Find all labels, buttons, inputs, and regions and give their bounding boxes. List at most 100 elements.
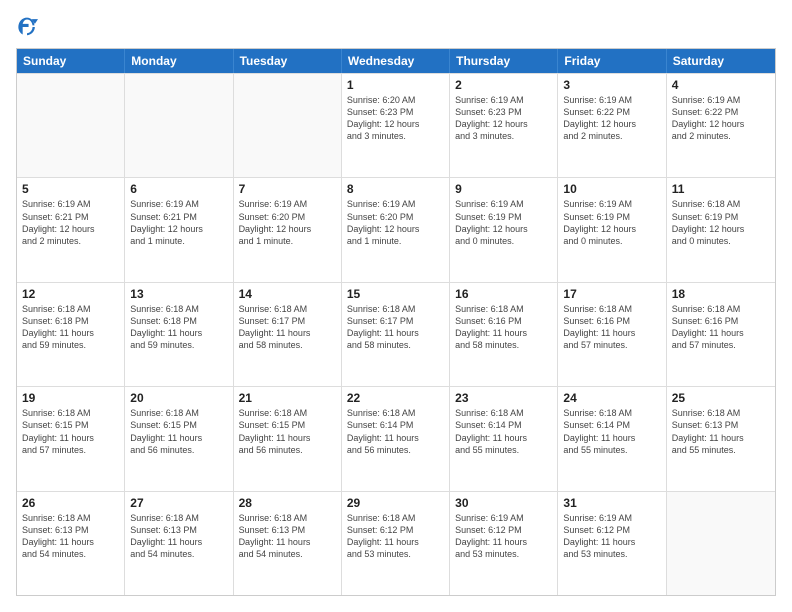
- day-cell-8: 8 Sunrise: 6:19 AMSunset: 6:20 PMDaylight…: [342, 178, 450, 281]
- day-number: 25: [672, 391, 770, 405]
- day-cell-3: 3 Sunrise: 6:19 AMSunset: 6:22 PMDaylight…: [558, 74, 666, 177]
- day-cell-24: 24 Sunrise: 6:18 AMSunset: 6:14 PMDayligh…: [558, 387, 666, 490]
- day-cell-4: 4 Sunrise: 6:19 AMSunset: 6:22 PMDaylight…: [667, 74, 775, 177]
- calendar-body: 1 Sunrise: 6:20 AMSunset: 6:23 PMDaylight…: [17, 73, 775, 595]
- day-cell-22: 22Sunrise: 6:18 AMSunset: 6:14 PMDayligh…: [342, 387, 450, 490]
- weekday-header-thursday: Thursday: [450, 49, 558, 73]
- calendar-header: SundayMondayTuesdayWednesdayThursdayFrid…: [17, 49, 775, 73]
- day-info: Sunrise: 6:18 AMSunset: 6:16 PMDaylight:…: [672, 303, 770, 352]
- day-info: Sunrise: 6:19 AMSunset: 6:20 PMDaylight:…: [347, 198, 444, 247]
- day-number: 10: [563, 182, 660, 196]
- day-number: 3: [563, 78, 660, 92]
- day-number: 17: [563, 287, 660, 301]
- day-info: Sunrise: 6:18 AMSunset: 6:15 PMDaylight:…: [130, 407, 227, 456]
- weekday-header-tuesday: Tuesday: [234, 49, 342, 73]
- calendar: SundayMondayTuesdayWednesdayThursdayFrid…: [16, 48, 776, 596]
- day-cell-1: 1 Sunrise: 6:20 AMSunset: 6:23 PMDaylight…: [342, 74, 450, 177]
- day-info: Sunrise: 6:18 AMSunset: 6:12 PMDaylight:…: [347, 512, 444, 561]
- weekday-header-saturday: Saturday: [667, 49, 775, 73]
- day-cell-2: 2 Sunrise: 6:19 AMSunset: 6:23 PMDaylight…: [450, 74, 558, 177]
- day-info: Sunrise: 6:19 AMSunset: 6:21 PMDaylight:…: [22, 198, 119, 247]
- day-number: 1: [347, 78, 444, 92]
- day-info: Sunrise: 6:18 AMSunset: 6:13 PMDaylight:…: [22, 512, 119, 561]
- day-cell-25: 25 Sunrise: 6:18 AMSunset: 6:13 PMDayligh…: [667, 387, 775, 490]
- weekday-header-friday: Friday: [558, 49, 666, 73]
- day-cell-14: 14 Sunrise: 6:18 AMSunset: 6:17 PMDayligh…: [234, 283, 342, 386]
- day-number: 24: [563, 391, 660, 405]
- day-info: Sunrise: 6:18 AMSunset: 6:14 PMDaylight:…: [563, 407, 660, 456]
- day-number: 2: [455, 78, 552, 92]
- day-info: Sunrise: 6:19 AMSunset: 6:19 PMDaylight:…: [563, 198, 660, 247]
- day-number: 20: [130, 391, 227, 405]
- day-info: Sunrise: 6:18 AMSunset: 6:18 PMDaylight:…: [130, 303, 227, 352]
- day-cell-27: 27 Sunrise: 6:18 AMSunset: 6:13 PMDayligh…: [125, 492, 233, 595]
- calendar-row-1: 5 Sunrise: 6:19 AMSunset: 6:21 PMDaylight…: [17, 177, 775, 281]
- day-number: 11: [672, 182, 770, 196]
- day-number: 18: [672, 287, 770, 301]
- weekday-header-sunday: Sunday: [17, 49, 125, 73]
- logo: [16, 16, 42, 38]
- calendar-row-2: 12 Sunrise: 6:18 AMSunset: 6:18 PMDayligh…: [17, 282, 775, 386]
- day-number: 31: [563, 496, 660, 510]
- day-info: Sunrise: 6:19 AMSunset: 6:19 PMDaylight:…: [455, 198, 552, 247]
- day-number: 30: [455, 496, 552, 510]
- weekday-header-wednesday: Wednesday: [342, 49, 450, 73]
- day-info: Sunrise: 6:18 AMSunset: 6:18 PMDaylight:…: [22, 303, 119, 352]
- day-cell-7: 7 Sunrise: 6:19 AMSunset: 6:20 PMDaylight…: [234, 178, 342, 281]
- day-cell-13: 13 Sunrise: 6:18 AMSunset: 6:18 PMDayligh…: [125, 283, 233, 386]
- day-cell-19: 19 Sunrise: 6:18 AMSunset: 6:15 PMDayligh…: [17, 387, 125, 490]
- day-number: 14: [239, 287, 336, 301]
- header: [16, 16, 776, 38]
- day-number: 21: [239, 391, 336, 405]
- day-number: 5: [22, 182, 119, 196]
- day-cell-18: 18 Sunrise: 6:18 AMSunset: 6:16 PMDayligh…: [667, 283, 775, 386]
- day-info: Sunrise: 6:19 AMSunset: 6:23 PMDaylight:…: [455, 94, 552, 143]
- empty-cell: [17, 74, 125, 177]
- empty-cell: [125, 74, 233, 177]
- day-number: 13: [130, 287, 227, 301]
- day-cell-12: 12 Sunrise: 6:18 AMSunset: 6:18 PMDayligh…: [17, 283, 125, 386]
- day-number: 15: [347, 287, 444, 301]
- day-cell-11: 11Sunrise: 6:18 AMSunset: 6:19 PMDayligh…: [667, 178, 775, 281]
- day-info: Sunrise: 6:18 AMSunset: 6:15 PMDaylight:…: [239, 407, 336, 456]
- day-info: Sunrise: 6:19 AMSunset: 6:20 PMDaylight:…: [239, 198, 336, 247]
- day-number: 4: [672, 78, 770, 92]
- day-info: Sunrise: 6:18 AMSunset: 6:13 PMDaylight:…: [130, 512, 227, 561]
- day-cell-16: 16Sunrise: 6:18 AMSunset: 6:16 PMDayligh…: [450, 283, 558, 386]
- day-number: 8: [347, 182, 444, 196]
- day-cell-17: 17 Sunrise: 6:18 AMSunset: 6:16 PMDayligh…: [558, 283, 666, 386]
- day-info: Sunrise: 6:18 AMSunset: 6:17 PMDaylight:…: [239, 303, 336, 352]
- day-number: 7: [239, 182, 336, 196]
- day-cell-9: 9 Sunrise: 6:19 AMSunset: 6:19 PMDaylight…: [450, 178, 558, 281]
- day-cell-20: 20 Sunrise: 6:18 AMSunset: 6:15 PMDayligh…: [125, 387, 233, 490]
- day-info: Sunrise: 6:19 AMSunset: 6:21 PMDaylight:…: [130, 198, 227, 247]
- day-info: Sunrise: 6:18 AMSunset: 6:17 PMDaylight:…: [347, 303, 444, 352]
- day-cell-26: 26Sunrise: 6:18 AMSunset: 6:13 PMDayligh…: [17, 492, 125, 595]
- day-info: Sunrise: 6:18 AMSunset: 6:14 PMDaylight:…: [455, 407, 552, 456]
- day-info: Sunrise: 6:19 AMSunset: 6:22 PMDaylight:…: [563, 94, 660, 143]
- calendar-row-3: 19 Sunrise: 6:18 AMSunset: 6:15 PMDayligh…: [17, 386, 775, 490]
- day-info: Sunrise: 6:18 AMSunset: 6:13 PMDaylight:…: [672, 407, 770, 456]
- day-number: 19: [22, 391, 119, 405]
- day-number: 29: [347, 496, 444, 510]
- day-info: Sunrise: 6:18 AMSunset: 6:16 PMDaylight:…: [455, 303, 552, 352]
- weekday-header-monday: Monday: [125, 49, 233, 73]
- day-info: Sunrise: 6:20 AMSunset: 6:23 PMDaylight:…: [347, 94, 444, 143]
- day-cell-6: 6Sunrise: 6:19 AMSunset: 6:21 PMDaylight…: [125, 178, 233, 281]
- day-info: Sunrise: 6:19 AMSunset: 6:12 PMDaylight:…: [455, 512, 552, 561]
- day-info: Sunrise: 6:18 AMSunset: 6:16 PMDaylight:…: [563, 303, 660, 352]
- day-number: 22: [347, 391, 444, 405]
- day-cell-15: 15 Sunrise: 6:18 AMSunset: 6:17 PMDayligh…: [342, 283, 450, 386]
- day-info: Sunrise: 6:18 AMSunset: 6:13 PMDaylight:…: [239, 512, 336, 561]
- day-cell-23: 23 Sunrise: 6:18 AMSunset: 6:14 PMDayligh…: [450, 387, 558, 490]
- day-cell-5: 5 Sunrise: 6:19 AMSunset: 6:21 PMDaylight…: [17, 178, 125, 281]
- day-info: Sunrise: 6:19 AMSunset: 6:22 PMDaylight:…: [672, 94, 770, 143]
- day-number: 27: [130, 496, 227, 510]
- calendar-row-4: 26Sunrise: 6:18 AMSunset: 6:13 PMDayligh…: [17, 491, 775, 595]
- day-number: 23: [455, 391, 552, 405]
- day-info: Sunrise: 6:18 AMSunset: 6:15 PMDaylight:…: [22, 407, 119, 456]
- day-number: 9: [455, 182, 552, 196]
- empty-cell: [667, 492, 775, 595]
- day-cell-30: 30 Sunrise: 6:19 AMSunset: 6:12 PMDayligh…: [450, 492, 558, 595]
- day-number: 12: [22, 287, 119, 301]
